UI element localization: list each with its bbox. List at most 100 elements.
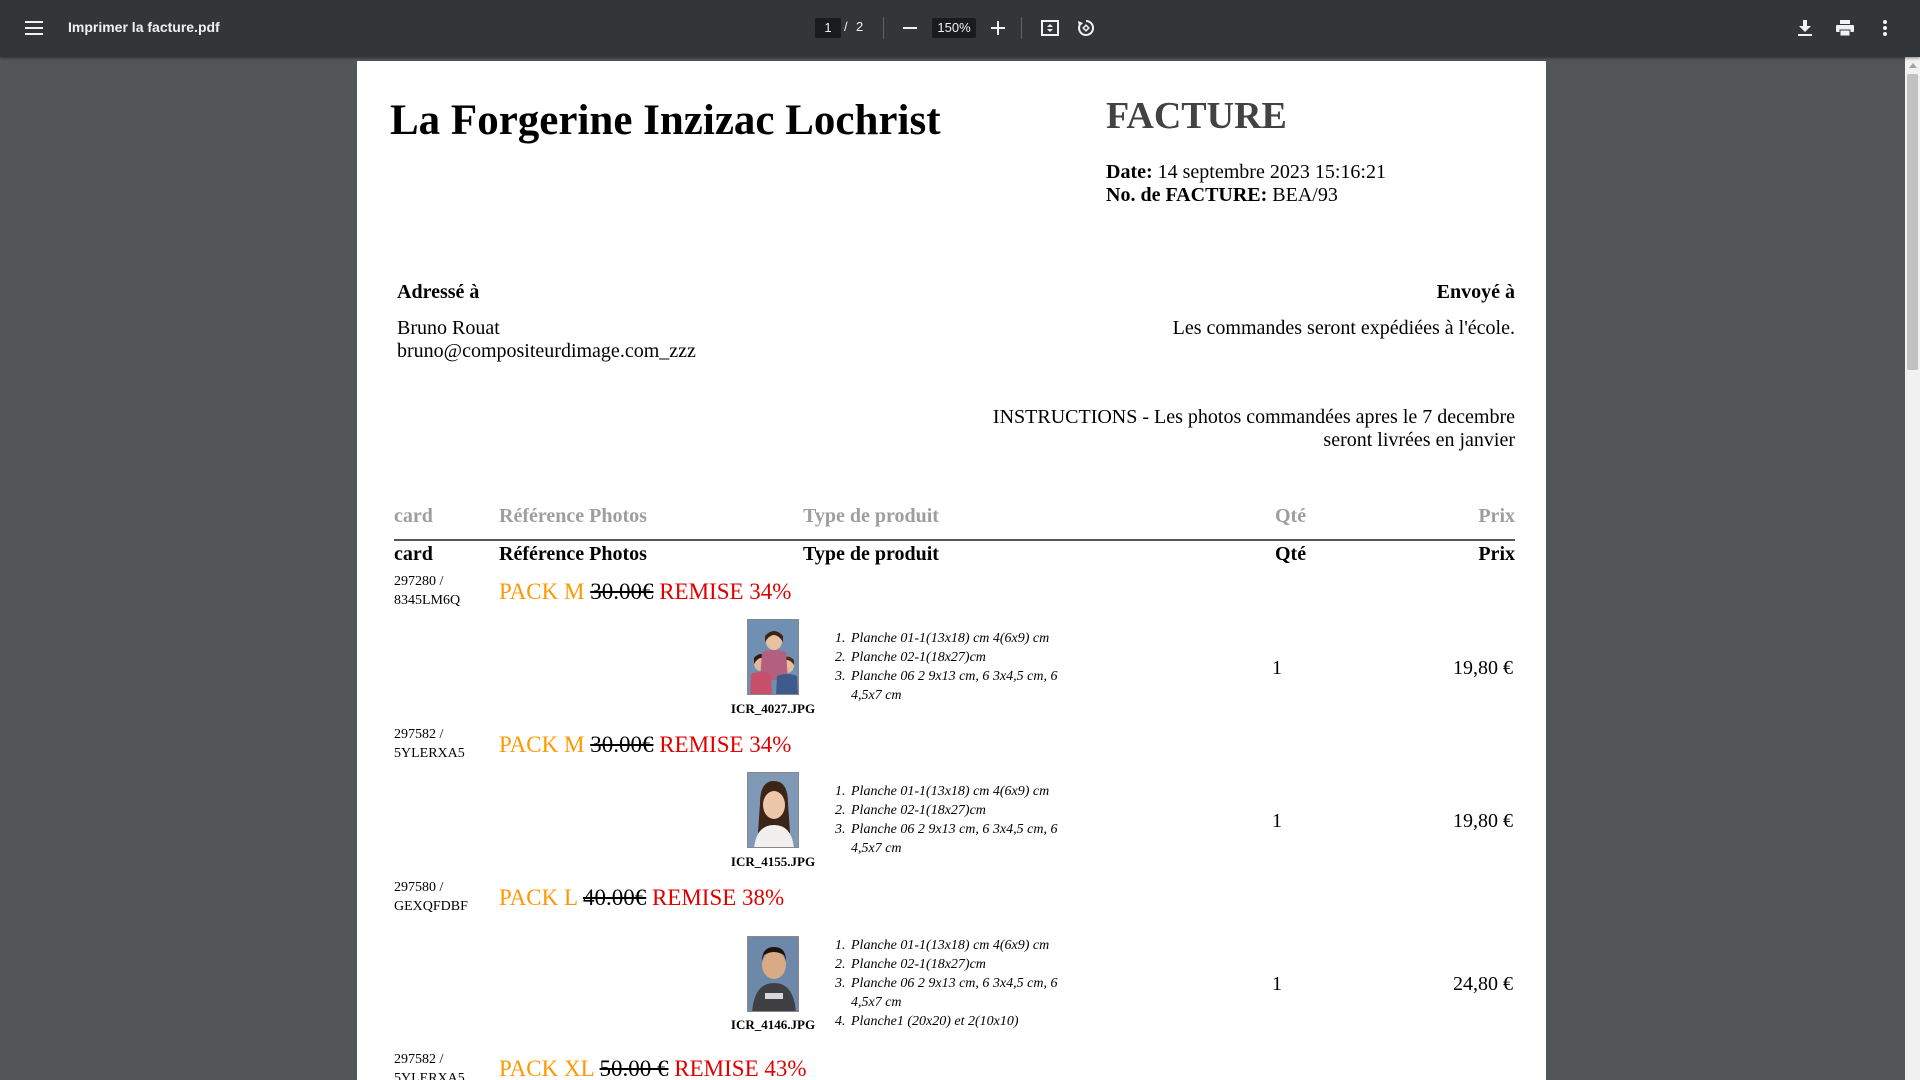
product-item: 1. Planche 01-1(13x18) cm 4(6x9) cm: [835, 782, 1080, 801]
print-icon: [1836, 20, 1854, 36]
pack-line: PACK L 40.00€ REMISE 38%: [499, 885, 784, 911]
shipping-text: Les commandes seront expédiées à l'école…: [1172, 317, 1515, 339]
product-number: 4.: [835, 1014, 846, 1029]
download-button[interactable]: [1787, 10, 1823, 46]
number-value: BEA/93: [1267, 184, 1338, 206]
shop-name: La Forgerine Inzizac Lochrist: [390, 97, 941, 144]
toolbar-divider: [883, 17, 884, 39]
page-number-input[interactable]: 1: [815, 18, 841, 38]
product-number: 2.: [835, 650, 846, 665]
header-ref: Référence Photos: [499, 543, 647, 565]
pack-name: PACK XL: [499, 1056, 600, 1080]
header-card: card: [394, 543, 433, 565]
photo-filename: ICR_4155.JPG: [730, 854, 816, 869]
menu-button[interactable]: [16, 10, 52, 46]
product-number: 3.: [835, 669, 846, 684]
header-qty: Qté: [1275, 543, 1307, 565]
header-price-ghost: Prix: [1478, 505, 1515, 527]
zoom-out-button[interactable]: [892, 10, 928, 46]
product-number: 2.: [835, 803, 846, 818]
pack-name: PACK M: [499, 579, 591, 604]
product-text: Planche 02-1(18x27)cm: [851, 957, 986, 972]
girl-photo-icon: [748, 773, 798, 847]
product-item: 3. Planche 06 2 9x13 cm, 6 3x4,5 cm, 6 4,5…: [835, 667, 1080, 705]
card-code: 8345LM6Q: [394, 593, 461, 608]
scroll-thumb[interactable]: [1907, 74, 1918, 370]
pack-discount: REMISE 34%: [653, 732, 792, 757]
product-list: 1. Planche 01-1(13x18) cm 4(6x9) cm 2. Pla…: [835, 782, 1080, 858]
photo-thumbnail: [747, 936, 799, 1012]
more-actions-button[interactable]: [1867, 10, 1903, 46]
photo-thumbnail: [747, 619, 799, 695]
header-type-ghost: Type de produit: [803, 505, 939, 527]
card-code: 5YLERXA5: [394, 746, 465, 761]
print-button[interactable]: [1827, 10, 1863, 46]
boy-photo-icon: [748, 937, 798, 1011]
zoom-in-button[interactable]: [980, 10, 1016, 46]
product-item: 3. Planche 06 2 9x13 cm, 6 3x4,5 cm, 6 4,5…: [835, 974, 1080, 1012]
vertical-scrollbar[interactable]: [1905, 57, 1920, 1080]
pack-discount: REMISE 34%: [653, 579, 792, 604]
product-number: 3.: [835, 822, 846, 837]
instructions-line: seront livrées en janvier: [1323, 429, 1515, 451]
more-icon: [1883, 20, 1887, 36]
pack-discount: REMISE 43%: [668, 1056, 807, 1080]
product-number: 1.: [835, 938, 846, 953]
shipping-label: Envoyé à: [1436, 281, 1515, 303]
order-qty: 1: [1272, 810, 1282, 832]
rotate-button[interactable]: [1068, 10, 1104, 46]
order-card-id: 297582 / 5YLERXA5: [394, 725, 465, 763]
product-text: Planche 02-1(18x27)cm: [851, 803, 986, 818]
page-separator: /: [844, 19, 848, 34]
product-item: 2. Planche 02-1(18x27)cm: [835, 648, 1080, 667]
pack-old-price: 30.00€: [590, 579, 654, 604]
children-photo-icon: [748, 620, 798, 694]
instructions: INSTRUCTIONS - Les photos commandées apr…: [955, 406, 1515, 452]
pack-discount: REMISE 38%: [646, 885, 785, 910]
product-list: 1. Planche 01-1(13x18) cm 4(6x9) cm 2. Pla…: [835, 629, 1080, 705]
card-number: 297580 /: [394, 880, 444, 895]
product-number: 3.: [835, 976, 846, 991]
product-text-continued: 4,5x7 cm: [851, 688, 902, 703]
product-item: 2. Planche 02-1(18x27)cm: [835, 955, 1080, 974]
header-ref-ghost: Référence Photos: [499, 505, 647, 527]
menu-icon: [25, 21, 43, 35]
product-text: Planche 01-1(13x18) cm 4(6x9) cm: [851, 631, 1050, 646]
order-card-id: 297582 / 5YLERXA5: [394, 1050, 465, 1080]
pack-line: PACK M 30.00€ REMISE 34%: [499, 732, 791, 758]
product-text: Planche 01-1(13x18) cm 4(6x9) cm: [851, 784, 1050, 799]
photo-filename: ICR_4146.JPG: [730, 1017, 816, 1032]
date-label: Date:: [1106, 161, 1153, 183]
product-item: 3. Planche 06 2 9x13 cm, 6 3x4,5 cm, 6 4,5…: [835, 820, 1080, 858]
product-text: Planche 02-1(18x27)cm: [851, 650, 986, 665]
invoice-date: Date: 14 septembre 2023 15:16:21: [1106, 161, 1386, 184]
fit-page-icon: [1041, 20, 1059, 36]
pack-name: PACK L: [499, 885, 583, 910]
photo-filename: ICR_4027.JPG: [730, 701, 816, 716]
product-item: 4. Planche1 (20x20) et 2(10x10): [835, 1012, 1080, 1031]
pack-line: PACK M 30.00€ REMISE 34%: [499, 579, 791, 605]
billing-email: bruno@compositeurdimage.com_zzz: [397, 340, 696, 362]
card-code: 5YLERXA5: [394, 1071, 465, 1080]
page-total: 2: [856, 19, 864, 34]
billing-address: Bruno Rouat bruno@compositeurdimage.com_…: [397, 317, 696, 363]
order-card-id: 297580 / GEXQFDBF: [394, 878, 468, 916]
pack-name: PACK M: [499, 732, 591, 757]
product-number: 1.: [835, 784, 846, 799]
order-card-id: 297280 / 8345LM6Q: [394, 572, 460, 610]
pack-old-price: 30.00€: [590, 732, 654, 757]
pdf-page: La Forgerine Inzizac Lochrist FACTURE Da…: [357, 61, 1546, 1080]
pack-old-price: 50.00 €: [599, 1056, 669, 1080]
product-text-continued: 4,5x7 cm: [851, 995, 902, 1010]
rotate-icon: [1078, 19, 1095, 36]
product-text: Planche 06 2 9x13 cm, 6 3x4,5 cm, 6: [851, 822, 1058, 837]
product-item: 1. Planche 01-1(13x18) cm 4(6x9) cm: [835, 936, 1080, 955]
zoom-level-input[interactable]: 150%: [932, 18, 976, 38]
fit-page-button[interactable]: [1032, 10, 1068, 46]
zoom-in-icon: [991, 21, 1005, 35]
date-value: 14 septembre 2023 15:16:21: [1152, 161, 1386, 183]
scroll-up-arrow-icon[interactable]: [1909, 63, 1917, 68]
product-number: 2.: [835, 957, 846, 972]
product-text: Planche 06 2 9x13 cm, 6 3x4,5 cm, 6: [851, 976, 1058, 991]
product-text: Planche 06 2 9x13 cm, 6 3x4,5 cm, 6: [851, 669, 1058, 684]
